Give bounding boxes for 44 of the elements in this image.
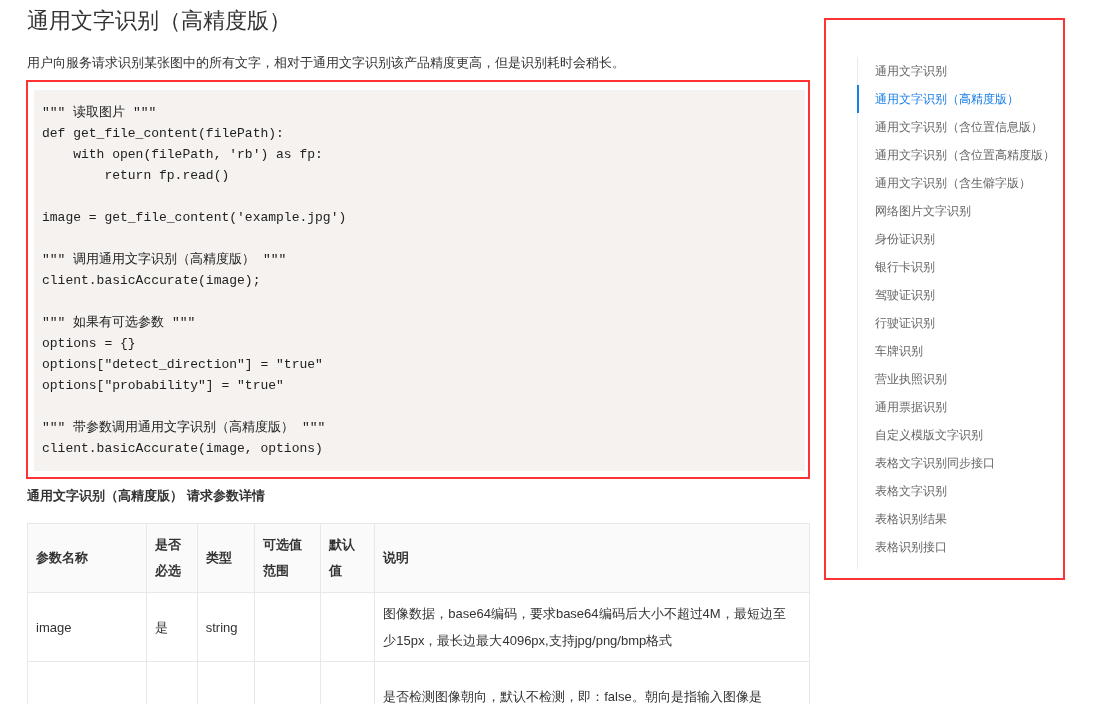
toc-link[interactable]: 表格文字识别 [857,477,1063,505]
toc-link[interactable]: 通用文字识别（高精度版） [857,85,1063,113]
column-header: 类型 [197,523,254,593]
toc-link[interactable]: 表格识别接口 [857,533,1063,561]
column-header: 默认值 [320,523,375,593]
table-cell: image [27,592,147,662]
code-line: options["detect_direction"] = "true" [42,356,323,374]
toc-link[interactable]: 身份证识别 [857,225,1063,253]
column-header: 是否必选 [146,523,198,593]
toc-link[interactable]: 通用文字识别（含生僻字版） [857,169,1063,197]
table-cell: 图像数据，base64编码，要求base64编码后大小不超过4M，最短边至少15px，最长边最大4096px,支持jpg/png/bmp格式 [374,592,810,662]
toc-link[interactable]: 自定义模版文字识别 [857,421,1063,449]
code-line: """ 调用通用文字识别（高精度版） """ [42,251,287,269]
toc-link[interactable]: 通用文字识别（含位置高精度版） [857,141,1063,169]
toc-link[interactable]: 通用票据识别 [857,393,1063,421]
toc-link[interactable]: 行驶证识别 [857,309,1063,337]
code-line: """ 如果有可选参数 """ [42,314,196,332]
toc-link[interactable]: 表格识别结果 [857,505,1063,533]
column-header: 可选值范围 [254,523,321,593]
table-cell: string [197,592,254,662]
code-line: client.basicAccurate(image, options) [42,440,323,458]
code-line: options["probability"] = "true" [42,377,284,395]
code-line: options = {} [42,335,136,353]
column-header: 参数名称 [27,523,147,593]
toc-link[interactable]: 表格文字识别同步接口 [857,449,1063,477]
toc-link[interactable]: 营业执照识别 [857,365,1063,393]
code-line: with open(filePath, 'rb') as fp: [72,146,323,164]
section-heading: 通用文字识别（高精度版） 请求参数详情 [27,487,265,505]
toc-link[interactable]: 通用文字识别 [857,57,1063,85]
table-cell: 是 [146,592,198,662]
toc-link[interactable]: 银行卡识别 [857,253,1063,281]
page-title: 通用文字识别（高精度版） [27,7,291,35]
description-text: 用户向服务请求识别某张图中的所有文字，相对于通用文字识别该产品精度更高，但是识别耗时会稍长。 [27,54,625,72]
column-header: 说明 [374,523,810,593]
code-line: def get_file_content(filePath): [42,125,284,143]
code-line: client.basicAccurate(image); [42,272,261,290]
code-line: return fp.read() [103,167,230,185]
code-line: """ 读取图片 """ [42,104,157,122]
code-line: image = get_file_content('example.jpg') [42,209,347,227]
toc-link[interactable]: 车牌识别 [857,337,1063,365]
toc-link[interactable]: 网络图片文字识别 [857,197,1063,225]
toc-link[interactable]: 驾驶证识别 [857,281,1063,309]
code-line: """ 带参数调用通用文字识别（高精度版） """ [42,419,326,437]
toc-link[interactable]: 通用文字识别（含位置信息版） [857,113,1063,141]
